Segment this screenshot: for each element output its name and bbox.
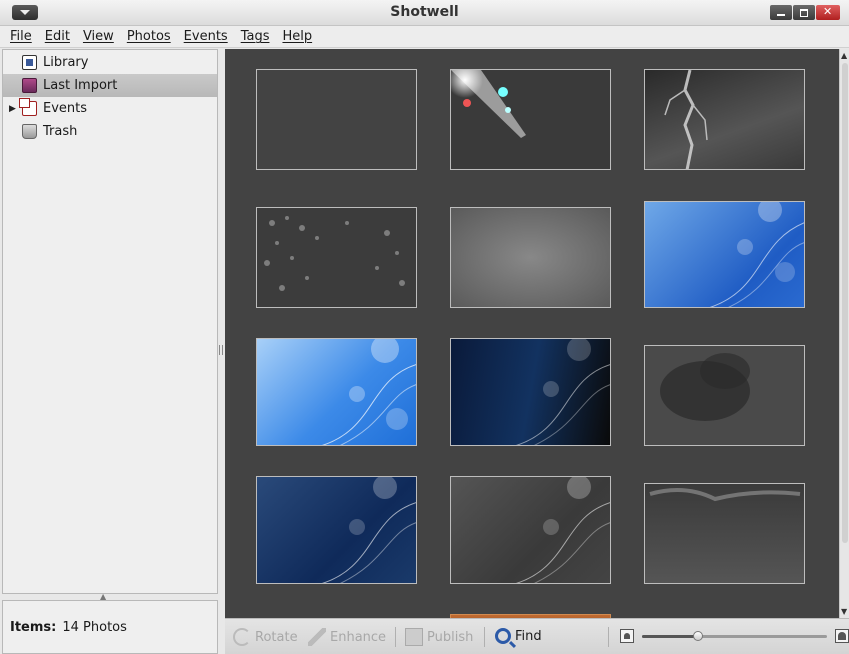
blue-waves-image [709,202,804,307]
photo-light-burst[interactable] [450,69,611,170]
library-icon [22,55,37,70]
scrollbar-thumb[interactable] [842,63,848,543]
photo-navy-waves[interactable] [256,476,417,584]
toolbar-separator [484,627,485,647]
pane-resize-handle[interactable] [219,345,223,355]
menu-edit[interactable]: Edit [39,26,77,47]
zoom-out-icon[interactable] [620,629,634,643]
last-import-icon [22,78,37,93]
zoom-slider[interactable] [642,631,827,641]
find-button[interactable]: Find [495,628,542,644]
navy-waves-image [321,477,416,583]
photo-blank-dark[interactable] [256,69,417,170]
items-count-panel: Items: 14 Photos [2,600,218,654]
photo-blue-waves-1[interactable] [644,201,805,308]
rotate-button[interactable]: Rotate [233,628,298,646]
trash-icon [22,124,37,139]
menu-photos[interactable]: Photos [121,26,178,47]
photo-grid [225,49,839,618]
photo-blue-waves-dark[interactable] [450,338,611,446]
photo-grey-waves[interactable] [450,476,611,584]
minimize-button[interactable] [770,5,792,20]
grey-waves-image [515,477,610,583]
close-button[interactable] [816,5,840,20]
toolbar-separator [608,627,609,647]
scroll-down-arrow-icon[interactable]: ▼ [841,607,847,616]
zoom-slider-fill [642,635,698,638]
zoom-slider-knob[interactable] [693,631,703,641]
sidebar-item-library[interactable]: Library [3,51,217,74]
bottom-toolbar: Rotate Enhance Publish Find [225,618,849,654]
blue-waves-light-image [321,339,416,445]
vertical-scrollbar[interactable]: ▲ ▼ [839,49,849,618]
enhance-label: Enhance [330,629,387,645]
window-controls [770,5,840,20]
sidebar-item-label: Trash [43,124,78,139]
lightning-image [664,70,708,169]
grunge-floral-image [264,216,405,291]
sidebar: Library Last Import ▶ Events Trash [2,49,218,594]
enhance-wand-icon [308,628,326,646]
publish-button[interactable]: Publish [405,628,473,646]
photo-lightning[interactable] [644,69,805,170]
maximize-button[interactable] [793,5,815,20]
publish-label: Publish [427,629,474,645]
events-icon [19,98,37,116]
zoom-in-icon[interactable] [835,629,849,643]
find-magnifier-icon [495,628,511,644]
rotate-label: Rotate [255,629,298,645]
sidebar-item-label: Events [43,101,88,116]
menu-tags[interactable]: Tags [235,26,277,47]
toolbar-separator [395,627,396,647]
light-burst-image [451,70,526,138]
publish-icon [405,628,423,646]
smoke-cloud-image [660,353,750,421]
photo-blue-waves-light[interactable] [256,338,417,446]
window-title: Shotwell [390,4,459,20]
photo-grey-texture[interactable] [450,207,611,308]
title-bar: Shotwell [0,0,849,26]
scroll-up-arrow-icon[interactable]: ▲ [841,51,847,60]
expander-arrow-icon[interactable]: ▶ [9,104,16,114]
sidebar-item-events[interactable]: ▶ Events [3,97,217,120]
find-label: Find [515,628,542,644]
menu-view[interactable]: View [77,26,121,47]
photo-wispy-clouds[interactable] [644,483,805,584]
wispy-clouds-image [649,488,801,502]
photo-grunge-floral[interactable] [256,207,417,308]
photo-smoke-cloud[interactable] [644,345,805,446]
items-count-label: Items: [10,619,57,635]
blue-waves-dark-image [515,339,610,445]
sidebar-item-trash[interactable]: Trash [3,120,217,143]
sidebar-item-last-import[interactable]: Last Import [3,74,217,97]
items-count-value: 14 Photos [62,619,127,635]
sidebar-item-label: Last Import [43,78,118,93]
menu-events[interactable]: Events [178,26,235,47]
menu-help[interactable]: Help [276,26,319,47]
rotate-icon [233,628,251,646]
enhance-button[interactable]: Enhance [308,628,386,646]
menu-bar: File Edit View Photos Events Tags Help [0,26,849,48]
menu-file[interactable]: File [4,26,39,47]
sidebar-item-label: Library [43,55,89,70]
